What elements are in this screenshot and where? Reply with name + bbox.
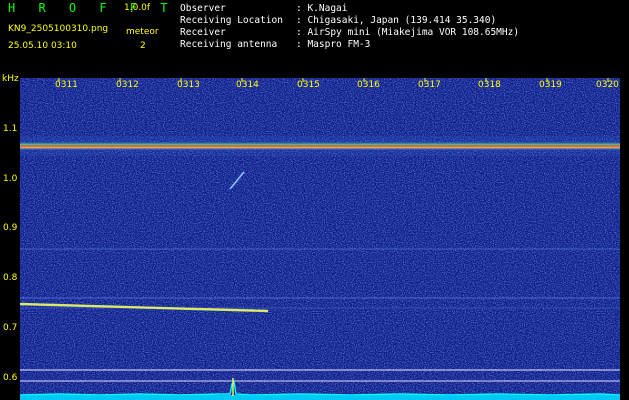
x-tick-label: 0318 xyxy=(478,80,501,90)
info-value-location: : Chigasaki, Japan (139.414 35.340) xyxy=(296,15,497,26)
spectrogram xyxy=(20,78,620,400)
x-tick-label: 0311 xyxy=(55,80,78,90)
x-tick-label: 0312 xyxy=(116,80,139,90)
x-tick-label: 0320 xyxy=(596,80,619,90)
info-label-receiver: Receiver xyxy=(180,27,226,38)
file-name: KN9_2505100310.png xyxy=(8,24,109,34)
y-tick-label: 0.8 xyxy=(3,273,18,283)
x-tick-label: 0317 xyxy=(418,80,441,90)
y-axis-unit: kHz xyxy=(2,74,19,84)
file-timestamp: 25.05.10 03:10 xyxy=(8,41,77,51)
info-value-antenna: : Maspro FM-3 xyxy=(296,39,371,50)
y-tick-label: 0.6 xyxy=(3,373,18,383)
y-tick-label: 0.9 xyxy=(3,223,18,233)
app-version: 1.0.0f xyxy=(124,3,151,13)
app-title: H R O F F T xyxy=(8,1,176,15)
y-tick-label: 0.7 xyxy=(3,323,18,333)
meteor-count: 2 xyxy=(140,41,146,51)
x-tick-label: 0315 xyxy=(297,80,320,90)
x-tick-label: 0313 xyxy=(177,80,200,90)
info-value-observer: : K.Nagai xyxy=(296,3,348,14)
y-tick-label: 1.1 xyxy=(3,124,18,134)
meteor-label: meteor xyxy=(126,27,159,37)
info-value-receiver: : AirSpy mini (Miakejima VOR 108.65MHz) xyxy=(296,27,520,38)
info-label-location: Receiving Location xyxy=(180,15,283,26)
spectrogram-canvas xyxy=(20,78,620,400)
header-panel: H R O F F T 1.0.0f KN9_2505100310.png 25… xyxy=(0,0,629,74)
info-label-antenna: Receiving antenna xyxy=(180,39,278,50)
y-tick-label: 1.0 xyxy=(3,174,18,184)
info-label-observer: Observer xyxy=(180,3,226,14)
x-tick-label: 0314 xyxy=(236,80,259,90)
x-tick-label: 0319 xyxy=(539,80,562,90)
x-tick-label: 0316 xyxy=(357,80,380,90)
